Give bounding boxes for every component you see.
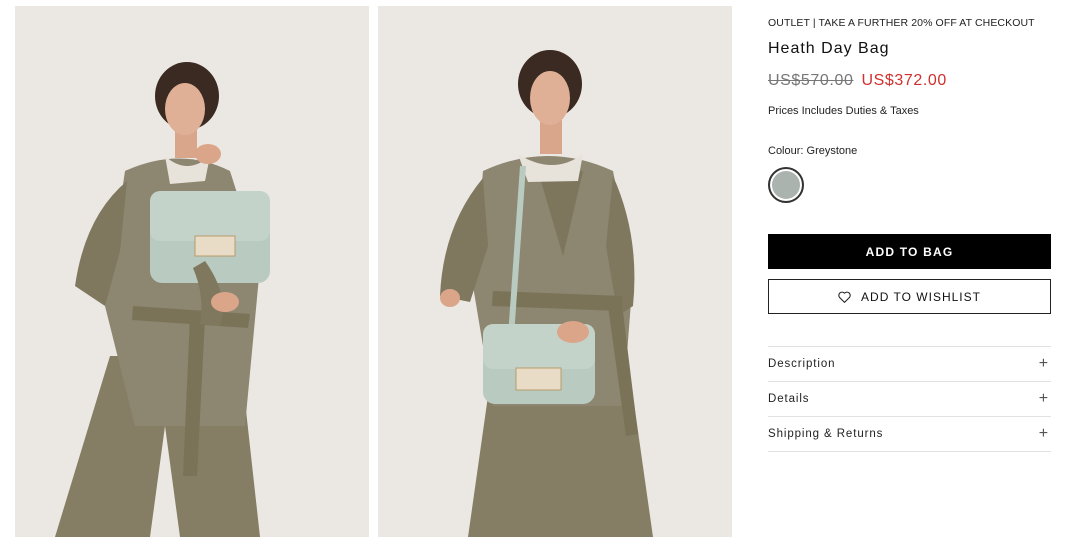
sale-price: US$372.00: [861, 72, 947, 89]
accordion-label: Shipping & Returns: [768, 428, 884, 440]
plus-icon: +: [1038, 425, 1049, 442]
original-price: US$570.00: [768, 72, 854, 89]
add-to-bag-label: ADD TO BAG: [865, 244, 954, 259]
product-title: Heath Day Bag: [768, 40, 890, 57]
accordion-label: Details: [768, 393, 810, 405]
colour-label: Colour: Greystone: [768, 145, 858, 157]
duties-note: Prices Includes Duties & Taxes: [768, 105, 919, 117]
colour-swatch-greystone[interactable]: [768, 167, 804, 203]
accordion-description[interactable]: Description +: [768, 347, 1051, 382]
plus-icon: +: [1038, 355, 1049, 372]
accordion-label: Description: [768, 358, 836, 370]
plus-icon: +: [1038, 390, 1049, 407]
product-image-2[interactable]: [378, 6, 732, 537]
heart-icon: [838, 291, 851, 303]
product-image-1[interactable]: [15, 6, 369, 537]
price-block: US$570.00 US$372.00: [768, 72, 947, 90]
product-accordion: Description + Details + Shipping & Retur…: [768, 346, 1051, 452]
promo-banner: OUTLET | TAKE A FURTHER 20% OFF AT CHECK…: [768, 17, 1035, 29]
add-to-wishlist-label: ADD TO WISHLIST: [861, 289, 981, 304]
add-to-wishlist-button[interactable]: ADD TO WISHLIST: [768, 279, 1051, 314]
add-to-bag-button[interactable]: ADD TO BAG: [768, 234, 1051, 269]
accordion-shipping-returns[interactable]: Shipping & Returns +: [768, 417, 1051, 452]
accordion-details[interactable]: Details +: [768, 382, 1051, 417]
